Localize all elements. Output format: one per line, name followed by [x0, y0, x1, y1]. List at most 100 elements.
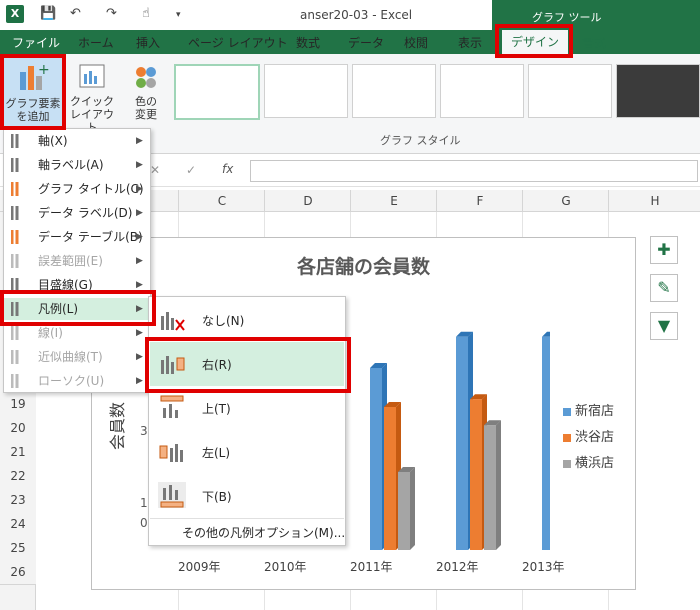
menu-item[interactable]: 目盛線(G) ▶ — [4, 274, 148, 296]
bar-top — [542, 331, 550, 337]
bar[interactable] — [484, 425, 496, 550]
legend-item[interactable]: 渋谷店 — [563, 426, 614, 445]
window-title: anser20-03 - Excel — [300, 8, 413, 22]
column-header[interactable]: G — [522, 190, 609, 212]
menu-item[interactable]: 凡例(L) ▶ — [4, 298, 148, 320]
menu-item-label: 線(I) — [38, 326, 63, 340]
submenu-arrow-icon: ▶ — [136, 304, 143, 314]
submenu-arrow-icon: ▶ — [136, 376, 143, 386]
menu-item-icon — [8, 302, 22, 316]
legend-item[interactable]: 横浜店 — [563, 452, 614, 471]
legend-bottom-option[interactable]: 下(B) — [150, 474, 344, 518]
row-header[interactable]: 24 — [0, 512, 36, 537]
legend-none-icon — [161, 312, 185, 331]
submenu-arrow-icon: ▶ — [136, 280, 143, 290]
touch-mode-icon[interactable]: ☝ — [142, 6, 150, 21]
tab-view[interactable]: 表示 — [458, 34, 482, 51]
redo-icon[interactable]: ↷ — [106, 6, 117, 21]
chart-elements-plus-icon[interactable]: ✚ — [650, 236, 678, 264]
row-header[interactable]: 19 — [0, 392, 36, 417]
column-header[interactable]: D — [264, 190, 351, 212]
chart-title[interactable]: 各店舗の会員数 — [91, 252, 636, 279]
legend-item[interactable]: 新宿店 — [563, 400, 614, 419]
row-header[interactable]: 23 — [0, 488, 36, 513]
legend-top-option[interactable]: 上(T) — [150, 386, 344, 430]
enter-icon[interactable]: ✓ — [186, 163, 196, 177]
chart-style-thumb-5[interactable] — [528, 64, 612, 118]
bar-side — [410, 467, 415, 550]
menu-item: 誤差範囲(E) ▶ — [4, 250, 148, 272]
tab-format[interactable]: 書式 — [582, 34, 606, 51]
tab-file[interactable]: ファイル — [12, 34, 60, 51]
chart-style-thumb-6[interactable] — [616, 64, 700, 118]
tab-home[interactable]: ホーム — [78, 34, 114, 51]
tab-formulas[interactable]: 数式 — [296, 34, 320, 51]
chart-style-thumb-3[interactable] — [352, 64, 436, 118]
row-header[interactable]: 22 — [0, 464, 36, 489]
excel-logo-icon: X — [6, 5, 24, 23]
row-header[interactable]: 21 — [0, 440, 36, 465]
menu-item: 近似曲線(T) ▶ — [4, 346, 148, 368]
bar[interactable] — [542, 336, 550, 550]
legend-swatch — [563, 433, 571, 442]
quick-layout-button[interactable]: クイック レイアウト — [66, 58, 118, 134]
menu-item-icon — [8, 254, 22, 268]
formula-input[interactable] — [250, 160, 698, 182]
more-legend-options-link[interactable]: その他の凡例オプション(M)... — [182, 524, 345, 541]
menu-item-icon — [8, 134, 22, 148]
svg-text:+: + — [38, 62, 50, 78]
chart-filters-funnel-icon[interactable]: ▼ — [650, 312, 678, 340]
tab-insert[interactable]: 挿入 — [136, 34, 160, 51]
change-colors-button[interactable]: 色の 変更 — [124, 58, 168, 126]
tab-review[interactable]: 校閲 — [404, 34, 428, 51]
cancel-icon[interactable]: ✕ — [150, 163, 160, 177]
x-tick-label: 2011年 — [350, 560, 393, 574]
menu-item-label: 近似曲線(T) — [38, 350, 103, 364]
undo-icon[interactable]: ↶ — [70, 6, 81, 21]
column-header[interactable]: F — [436, 190, 523, 212]
menu-item-label: 目盛線(G) — [38, 278, 93, 292]
tab-data[interactable]: データ — [348, 34, 384, 51]
bar[interactable] — [470, 399, 482, 550]
menu-item[interactable]: データ ラベル(D) ▶ — [4, 202, 148, 224]
row-header[interactable]: 26 — [0, 560, 36, 585]
legend-swatch — [563, 459, 571, 468]
column-header[interactable]: C — [178, 190, 265, 212]
legend-none-option[interactable]: なし(N) — [150, 298, 344, 342]
menu-item[interactable]: データ テーブル(B) ▶ — [4, 226, 148, 248]
add-chart-element-button[interactable]: + グラフ要素 を追加 — [3, 56, 63, 128]
menu-item: 線(I) ▶ — [4, 322, 148, 344]
x-tick-label: 2012年 — [436, 560, 479, 574]
menu-item-icon — [8, 278, 22, 292]
menu-item-icon — [8, 158, 22, 172]
save-icon[interactable]: 💾 — [40, 6, 56, 21]
bar[interactable] — [456, 336, 468, 550]
chart-styles-brush-icon[interactable]: ✎ — [650, 274, 678, 302]
quick-layout-icon — [79, 64, 105, 88]
insert-function-icon[interactable]: fx — [222, 162, 233, 176]
chart-style-thumb-2[interactable] — [264, 64, 348, 118]
submenu-arrow-icon: ▶ — [136, 184, 143, 194]
chart-tools-label: グラフ ツール — [532, 11, 602, 24]
legend-right-option[interactable]: 右(R) — [150, 342, 344, 386]
tab-design[interactable]: デザイン — [502, 30, 568, 55]
column-header[interactable]: E — [350, 190, 437, 212]
bar[interactable] — [370, 368, 382, 550]
legend-top-label: 上(T) — [202, 402, 231, 416]
chart-style-thumb-1[interactable] — [174, 64, 260, 120]
menu-item[interactable]: 軸(X) ▶ — [4, 130, 148, 152]
menu-item[interactable]: グラフ タイトル(C) ▶ — [4, 178, 148, 200]
x-tick-label: 2010年 — [264, 560, 307, 574]
menu-item[interactable]: 軸ラベル(A) ▶ — [4, 154, 148, 176]
chart-style-thumb-4[interactable] — [440, 64, 524, 118]
column-header[interactable]: H — [608, 190, 700, 212]
row-header[interactable]: 25 — [0, 536, 36, 561]
legend-right-icon — [161, 356, 185, 374]
bar[interactable] — [398, 472, 410, 550]
tab-page-layout[interactable]: ページ レイアウト — [188, 34, 288, 51]
menu-item-label: 凡例(L) — [38, 302, 79, 316]
customize-qat-icon[interactable]: ▾ — [176, 10, 181, 20]
row-header[interactable]: 20 — [0, 416, 36, 441]
bar[interactable] — [384, 407, 396, 550]
legend-left-option[interactable]: 左(L) — [150, 430, 344, 474]
